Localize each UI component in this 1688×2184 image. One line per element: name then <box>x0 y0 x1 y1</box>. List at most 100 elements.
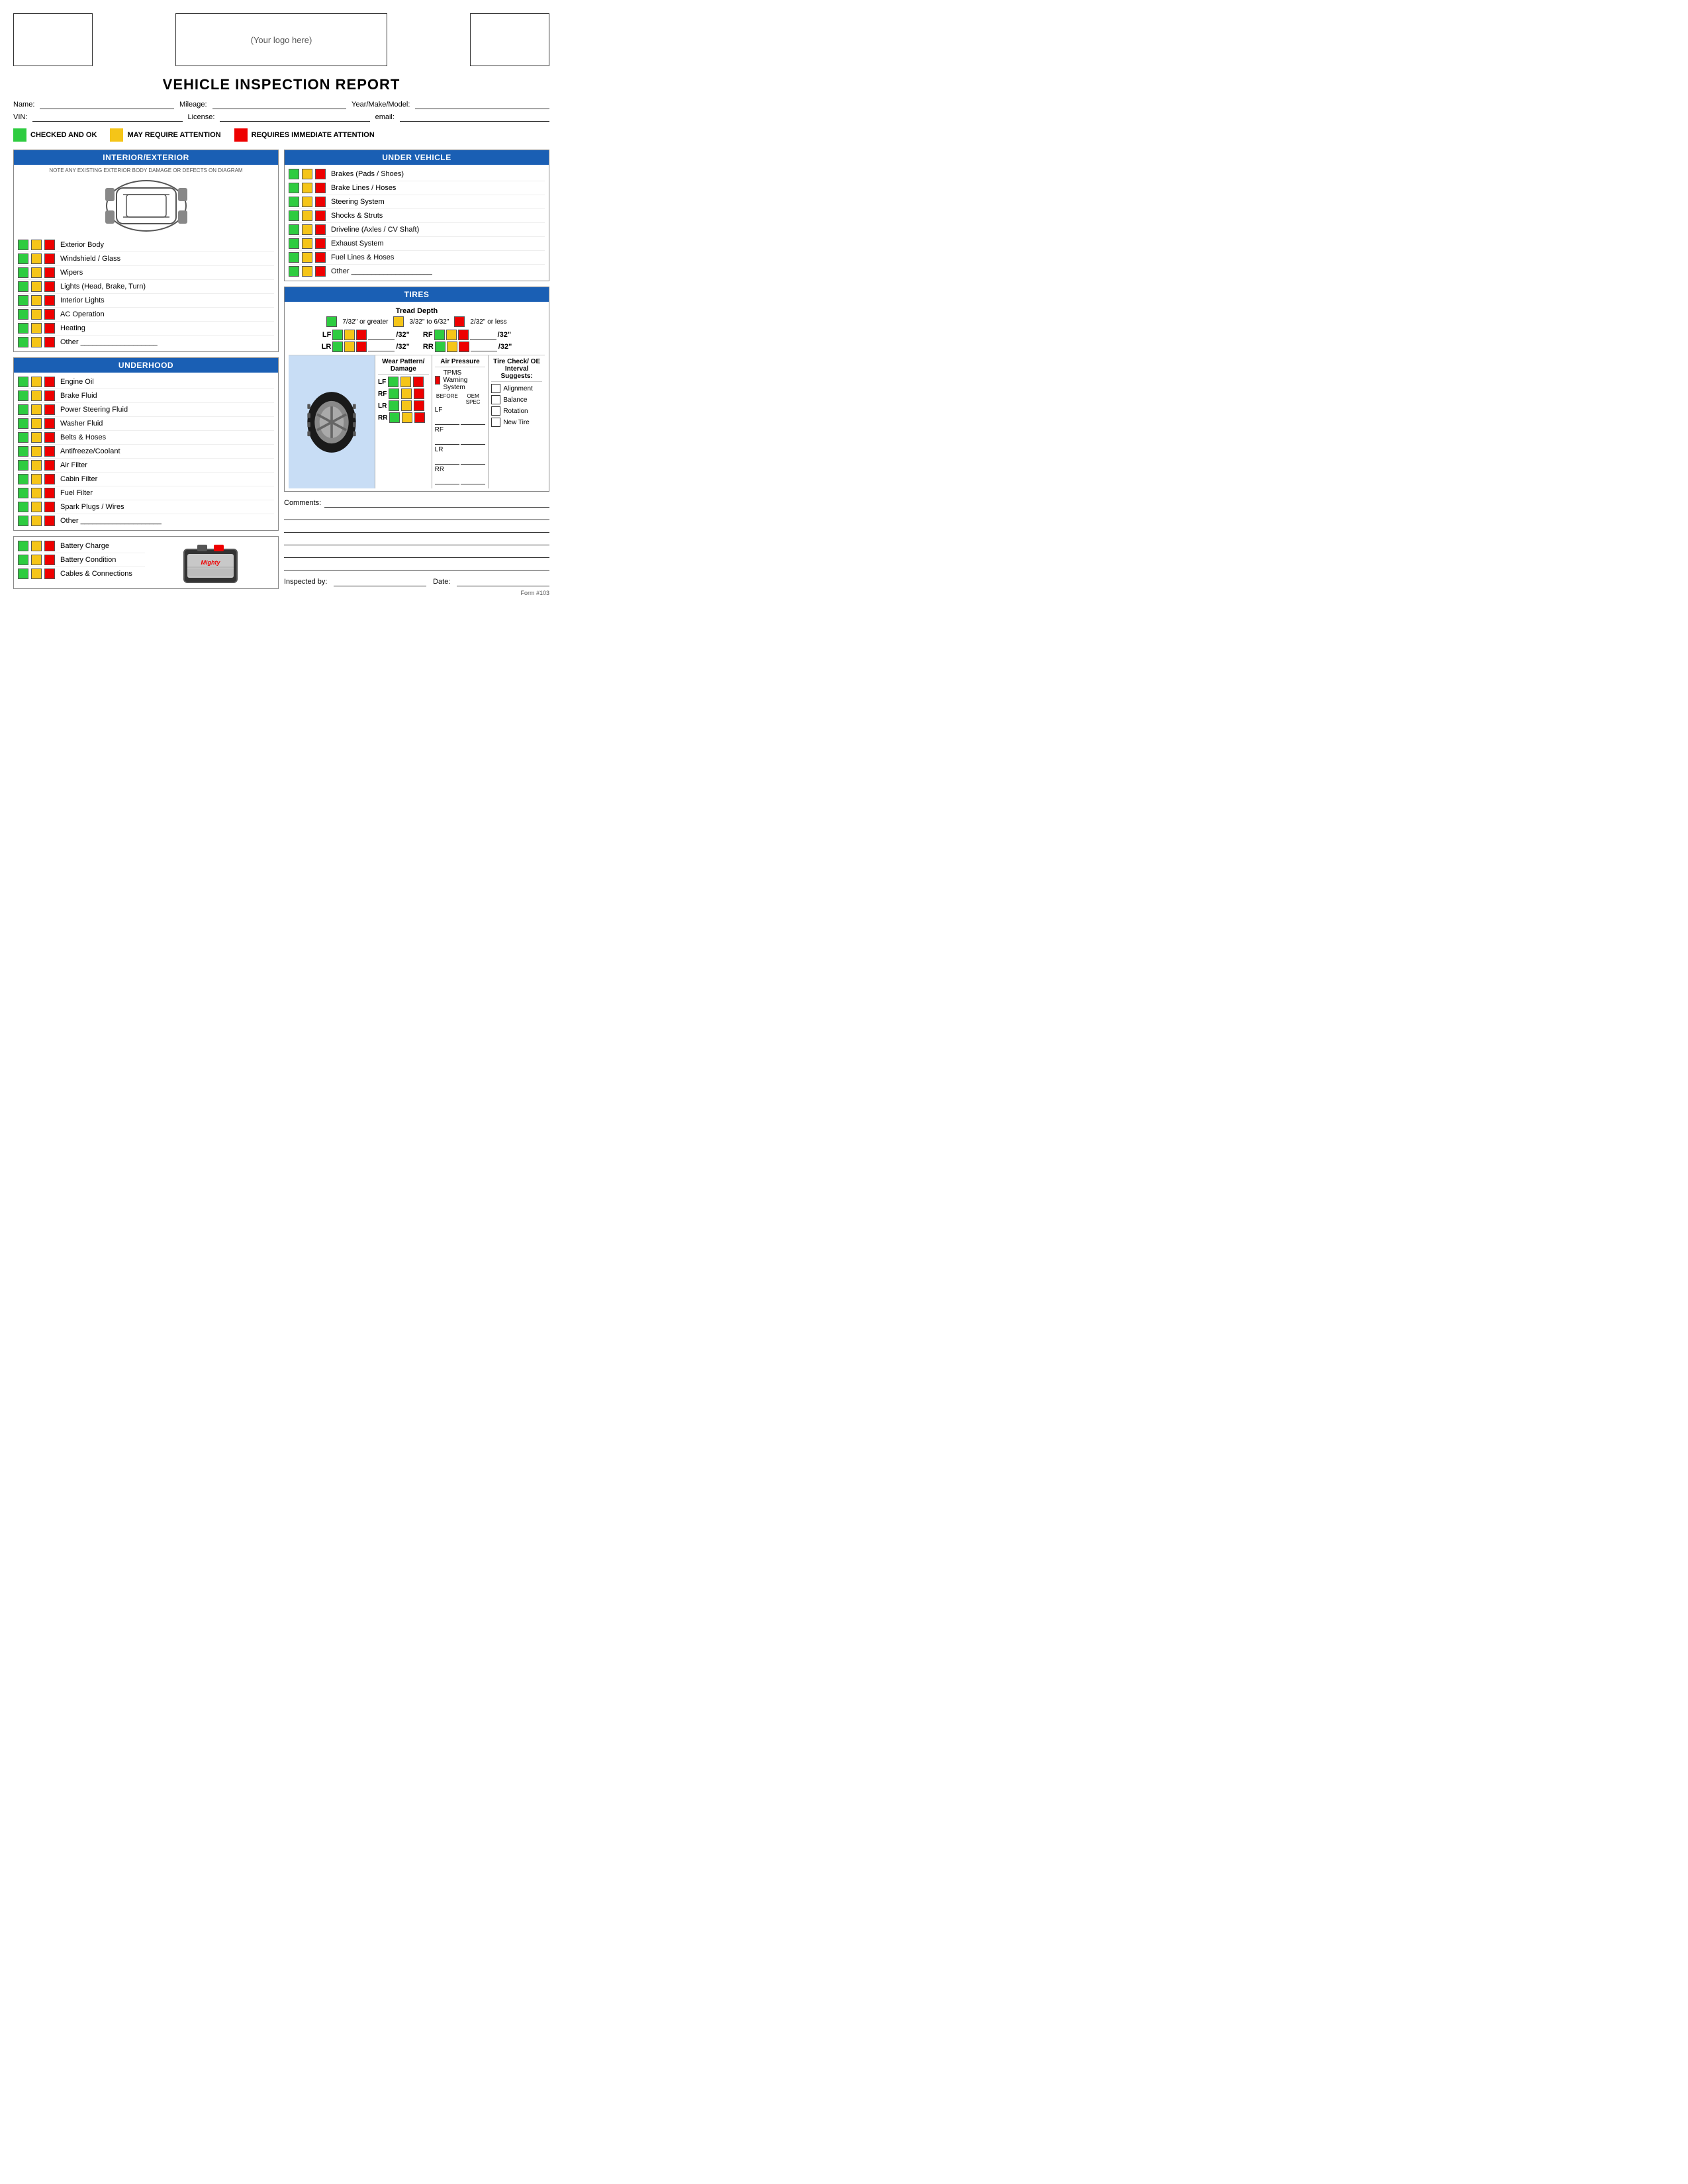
check-green-7 <box>18 474 28 484</box>
air-pressure-header: Air Pressure <box>435 358 486 367</box>
lf-tread-input[interactable] <box>368 330 395 340</box>
lr-tread-input[interactable] <box>368 342 395 351</box>
lr-before-input[interactable] <box>435 455 459 465</box>
check-green-4 <box>18 432 28 443</box>
check-yellow-7 <box>302 266 312 277</box>
inspected-by-input[interactable] <box>334 577 426 586</box>
check-label-2: Power Steering Fluid <box>60 406 128 414</box>
lf-unit: /32" <box>396 331 410 339</box>
check-red-1 <box>44 253 55 264</box>
comments-line-6[interactable] <box>284 561 549 570</box>
mileage-input[interactable] <box>212 100 347 109</box>
comments-input[interactable] <box>324 498 549 508</box>
comments-line-2[interactable] <box>284 511 549 520</box>
name-label: Name: <box>13 101 34 109</box>
check-red-8 <box>44 488 55 498</box>
rr-oem-input[interactable] <box>461 475 485 484</box>
check-red-4 <box>44 432 55 443</box>
wear-lf: LF <box>378 377 429 387</box>
rf-oem-input[interactable] <box>461 435 485 445</box>
vin-input[interactable] <box>32 113 182 122</box>
check-yellow-2 <box>31 569 42 579</box>
check-label-5: Antifreeze/Coolant <box>60 447 120 455</box>
check-row-item: Engine Oil <box>18 375 274 389</box>
tire-image-cell <box>289 355 375 488</box>
vin-label: VIN: <box>13 113 27 121</box>
comments-line-3[interactable] <box>284 523 549 533</box>
check-yellow-5 <box>302 238 312 249</box>
check-red-5 <box>315 238 326 249</box>
check-yellow-4 <box>302 224 312 235</box>
check-green-5 <box>18 446 28 457</box>
underhood-items: Engine Oil Brake Fluid Power Steering Fl… <box>18 375 274 527</box>
rf-label: RF <box>423 331 433 339</box>
tpms-label: TPMS Warning System <box>443 369 485 391</box>
inspected-by-label: Inspected by: <box>284 578 327 586</box>
tread-yellow-box <box>393 316 404 327</box>
tire-checkbox-balance: Balance <box>491 395 542 404</box>
mileage-label: Mileage: <box>179 101 207 109</box>
license-input[interactable] <box>220 113 369 122</box>
year-make-model-label: Year/Make/Model: <box>352 101 410 109</box>
tread-legend: 7/32" or greater 3/32" to 6/32" 2/32" or… <box>289 316 545 327</box>
battery-svg: Mighty <box>181 539 240 586</box>
check-red-2 <box>44 267 55 278</box>
year-make-model-input[interactable] <box>415 100 549 109</box>
lr-oem-input[interactable] <box>461 455 485 465</box>
rf-tread-input[interactable] <box>470 330 496 340</box>
lf-before-input[interactable] <box>435 416 459 425</box>
wear-rr-yellow <box>402 412 412 423</box>
right-column: UNDER VEHICLE Brakes (Pads / Shoes) Brak… <box>284 150 549 596</box>
check-red-6 <box>44 323 55 334</box>
pressure-rows: LF RF <box>435 406 486 484</box>
check-label-2: Wipers <box>60 269 83 277</box>
name-input[interactable] <box>40 100 174 109</box>
check-yellow-7 <box>31 474 42 484</box>
check-red-5 <box>44 309 55 320</box>
rf-before-input[interactable] <box>435 435 459 445</box>
check-green-4 <box>289 224 299 235</box>
check-yellow-0 <box>31 377 42 387</box>
check-yellow-3 <box>302 210 312 221</box>
check-label-6: Fuel Lines & Hoses <box>331 253 394 261</box>
yellow-legend-label: MAY REQUIRE ATTENTION <box>127 131 220 139</box>
check-label-0: Battery Charge <box>60 542 109 550</box>
check-green-0 <box>18 541 28 551</box>
check-yellow-7 <box>31 337 42 347</box>
checkbox-box-1[interactable] <box>491 395 500 404</box>
checkbox-box-2[interactable] <box>491 406 500 416</box>
check-red-1 <box>44 390 55 401</box>
comments-line-5[interactable] <box>284 549 549 558</box>
red-legend-label: REQUIRES IMMEDIATE ATTENTION <box>252 131 375 139</box>
check-red-4 <box>44 295 55 306</box>
check-label-4: Belts & Hoses <box>60 433 106 441</box>
check-yellow-1 <box>31 253 42 264</box>
checkbox-label-0: Alignment <box>503 385 532 392</box>
email-input[interactable] <box>400 113 549 122</box>
check-yellow-8 <box>31 488 42 498</box>
checkbox-box-0[interactable] <box>491 384 500 393</box>
check-red-4 <box>315 224 326 235</box>
check-yellow-3 <box>31 418 42 429</box>
wear-lr: LR <box>378 400 429 411</box>
rr-unit: /32" <box>498 343 512 351</box>
page-title: VEHICLE INSPECTION REPORT <box>13 76 549 93</box>
tire-check-col: Tire Check/ OE Interval Suggests: Alignm… <box>488 355 545 488</box>
checkbox-box-3[interactable] <box>491 418 500 427</box>
legend-yellow: MAY REQUIRE ATTENTION <box>110 128 220 142</box>
check-green-4 <box>18 295 28 306</box>
tread-rr: RR /32" <box>423 341 512 352</box>
check-red-7 <box>44 337 55 347</box>
date-input[interactable] <box>457 577 549 586</box>
rr-tread-input[interactable] <box>471 342 497 351</box>
lf-oem-input[interactable] <box>461 416 485 425</box>
tread-red-box <box>454 316 465 327</box>
wear-rr-red <box>414 412 425 423</box>
wear-rf: RF <box>378 388 429 399</box>
inspected-row: Inspected by: Date: <box>284 577 549 586</box>
wear-rr-green <box>389 412 400 423</box>
comments-line-4[interactable] <box>284 536 549 545</box>
check-row-item: Other ____________________ <box>18 514 274 527</box>
tire-checkbox-rotation: Rotation <box>491 406 542 416</box>
rr-before-input[interactable] <box>435 475 459 484</box>
